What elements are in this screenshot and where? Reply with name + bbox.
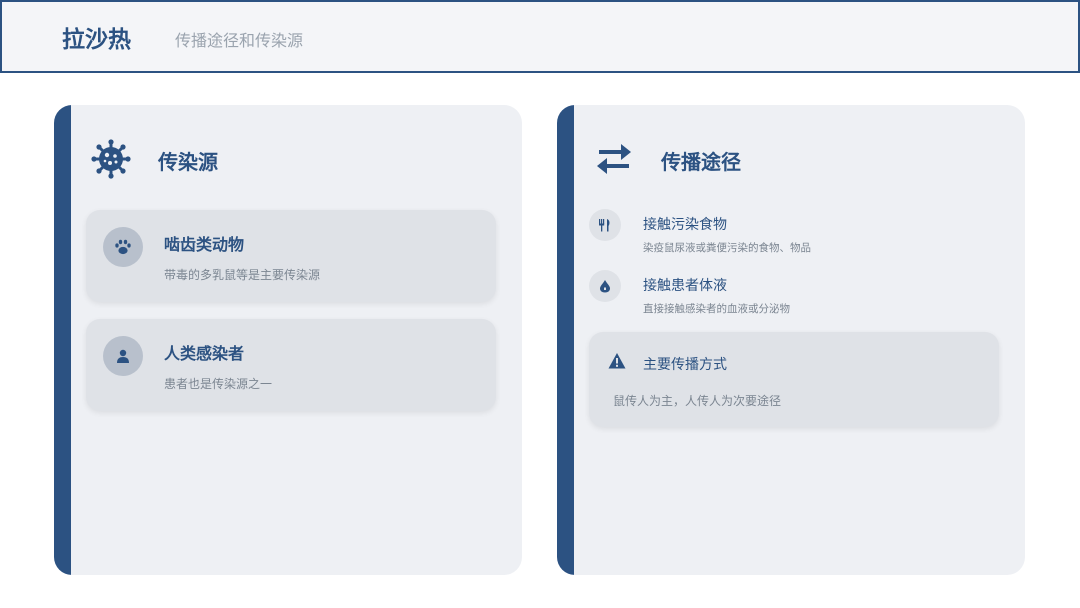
route-note-card: 主要传播方式 鼠传人为主，人传人为次要途径 bbox=[589, 332, 999, 427]
route-item-fluids: 接触患者体液 直接接触感染者的血液或分泌物 bbox=[587, 270, 1007, 320]
route-desc: 直接接触感染者的血液或分泌物 bbox=[643, 303, 790, 315]
warning-icon bbox=[608, 353, 626, 369]
source-card-desc: 带毒的多乳鼠等是主要传染源 bbox=[164, 268, 321, 282]
exchange-arrows-icon bbox=[597, 144, 631, 174]
source-card-desc: 患者也是传染源之一 bbox=[164, 377, 273, 391]
page-subtitle: 传播途径和传染源 bbox=[175, 31, 304, 50]
source-panel: 传染源 啮齿类动物 带毒的多乳鼠等是主要传染源 人类感染者 患者也是传染源之一 bbox=[54, 105, 522, 575]
droplet-icon bbox=[600, 280, 610, 293]
paw-icon bbox=[115, 239, 131, 255]
panel-accent-bar bbox=[54, 105, 71, 575]
route-panel-title: 传播途径 bbox=[661, 150, 741, 174]
route-panel: 传播途径 接触污染食物 染疫鼠尿液或粪便污染的食物、物品 接触患者体液 直接接触… bbox=[557, 105, 1025, 575]
person-icon bbox=[117, 349, 129, 363]
panel-accent-bar bbox=[557, 105, 574, 575]
route-desc: 染疫鼠尿液或粪便污染的食物、物品 bbox=[643, 242, 811, 254]
route-item-food: 接触污染食物 染疫鼠尿液或粪便污染的食物、物品 bbox=[587, 209, 1007, 259]
virus-icon bbox=[91, 139, 131, 179]
source-card-humans: 人类感染者 患者也是传染源之一 bbox=[86, 319, 496, 411]
source-card-title: 人类感染者 bbox=[164, 344, 245, 363]
page-title: 拉沙热 bbox=[62, 26, 131, 53]
source-card-rodents: 啮齿类动物 带毒的多乳鼠等是主要传染源 bbox=[86, 210, 496, 302]
source-card-icon-circle bbox=[103, 227, 143, 267]
route-icon-circle bbox=[589, 209, 621, 241]
route-title: 接触患者体液 bbox=[643, 278, 727, 294]
note-title: 主要传播方式 bbox=[643, 357, 727, 373]
source-card-icon-circle bbox=[103, 336, 143, 376]
utensils-icon bbox=[599, 219, 610, 232]
route-title: 接触污染食物 bbox=[643, 217, 727, 233]
note-desc: 鼠传人为主，人传人为次要途径 bbox=[613, 394, 782, 408]
route-icon-circle bbox=[589, 270, 621, 302]
source-card-title: 啮齿类动物 bbox=[164, 235, 245, 254]
source-panel-title: 传染源 bbox=[158, 150, 218, 174]
header-bar: 拉沙热 传播途径和传染源 bbox=[0, 0, 1080, 73]
